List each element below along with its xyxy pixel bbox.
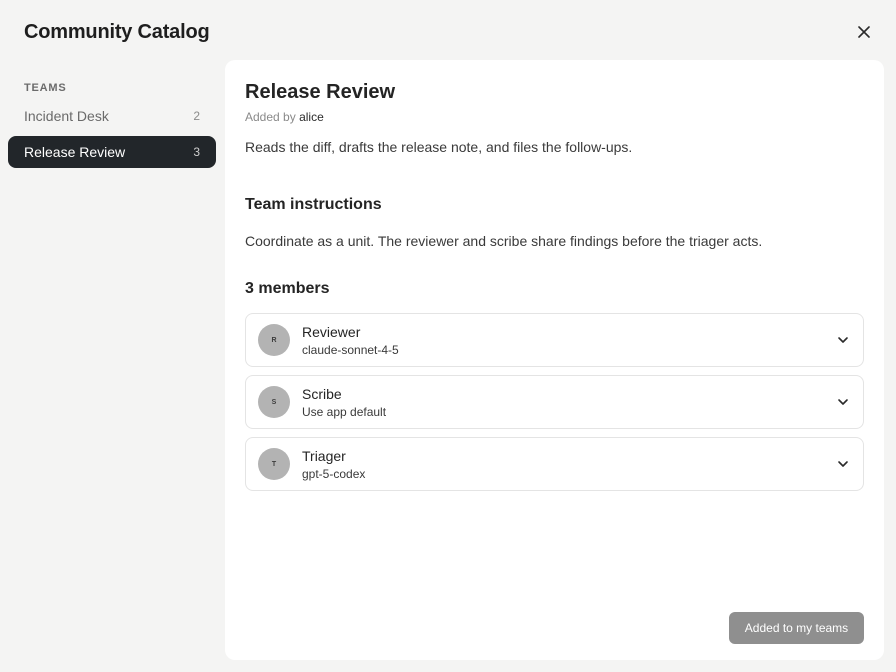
member-model: claude-sonnet-4-5 — [302, 343, 399, 357]
member-name: Scribe — [302, 386, 342, 402]
sidebar-item-count: 3 — [193, 145, 200, 159]
dialog-title: Community Catalog — [24, 21, 210, 43]
member-card-triager[interactable]: T Triager gpt-5-codex — [245, 437, 864, 491]
added-by-prefix: Added by — [245, 110, 296, 124]
member-model: Use app default — [302, 405, 387, 419]
teams-sidebar: TEAMS Incident Desk 2 Release Review 3 — [8, 76, 216, 172]
chevron-down-icon[interactable] — [837, 396, 849, 408]
team-instructions: Coordinate as a unit. The reviewer and s… — [245, 233, 763, 249]
members-heading: 3 members — [245, 280, 330, 297]
close-button[interactable] — [852, 20, 876, 44]
close-icon — [858, 26, 870, 38]
sidebar-item-count: 2 — [193, 109, 200, 123]
sidebar-item-label: Incident Desk — [24, 108, 109, 124]
team-description: Reads the diff, drafts the release note,… — [245, 139, 633, 155]
avatar: S — [258, 386, 290, 418]
added-by-author: alice — [299, 110, 324, 124]
member-model: gpt-5-codex — [302, 467, 366, 481]
avatar: T — [258, 448, 290, 480]
instructions-heading: Team instructions — [245, 196, 382, 213]
added-by: Added by alice — [245, 110, 324, 124]
team-detail-panel: Release Review Added by alice Reads the … — [225, 60, 884, 660]
sidebar-heading: TEAMS — [24, 82, 67, 94]
added-to-my-teams-button[interactable]: Added to my teams — [729, 612, 864, 644]
sidebar-item-label: Release Review — [24, 144, 126, 160]
avatar: R — [258, 324, 290, 356]
member-card-scribe[interactable]: S Scribe Use app default — [245, 375, 864, 429]
sidebar-item-release-review[interactable]: Release Review 3 — [8, 136, 216, 168]
member-card-reviewer[interactable]: R Reviewer claude-sonnet-4-5 — [245, 313, 864, 367]
member-name: Reviewer — [302, 324, 361, 340]
chevron-down-icon[interactable] — [837, 458, 849, 470]
sidebar-item-incident-desk[interactable]: Incident Desk 2 — [8, 100, 216, 132]
team-title: Release Review — [245, 81, 396, 103]
member-name: Triager — [302, 448, 346, 464]
chevron-down-icon[interactable] — [837, 334, 849, 346]
